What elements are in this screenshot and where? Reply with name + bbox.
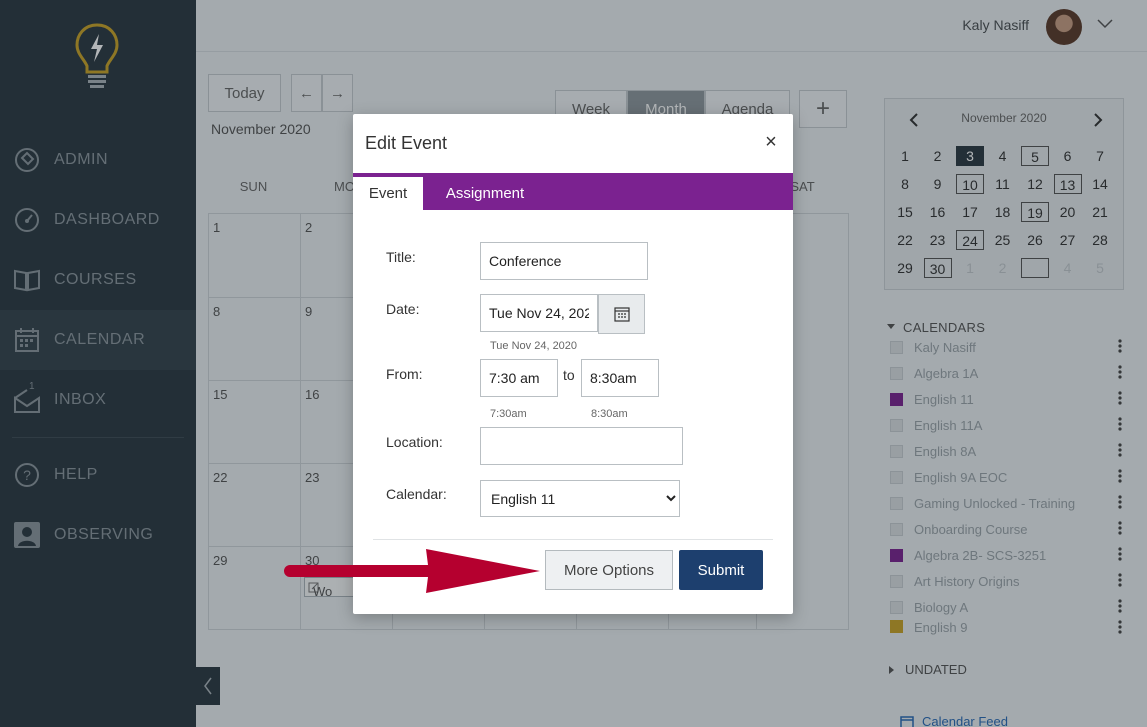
location-input[interactable] <box>480 427 683 465</box>
more-options-button[interactable]: More Options <box>545 550 673 590</box>
calendar-icon <box>613 307 630 322</box>
modal-divider <box>373 539 773 540</box>
date-picker-button[interactable] <box>598 294 645 334</box>
submit-button[interactable]: Submit <box>679 550 763 590</box>
date-label: Date: <box>386 301 420 317</box>
title-input[interactable] <box>480 242 648 280</box>
from-time-hint: 7:30am <box>490 408 527 420</box>
modal-title: Edit Event <box>365 133 448 153</box>
modal-tab-bar: Event Assignment <box>353 173 793 210</box>
calendar-label: Calendar: <box>386 486 447 502</box>
from-label: From: <box>386 366 423 382</box>
tab-event[interactable]: Event <box>353 177 423 210</box>
edit-event-modal: Edit Event × Event Assignment Title: Dat… <box>353 114 793 614</box>
annotation-arrow <box>284 549 540 593</box>
close-icon[interactable]: × <box>763 132 779 152</box>
to-time-hint: 8:30am <box>591 408 628 420</box>
calendar-select[interactable]: English 11 <box>480 480 680 517</box>
date-input[interactable] <box>480 294 598 332</box>
title-label: Title: <box>386 249 416 265</box>
location-label: Location: <box>386 434 443 450</box>
to-time-input[interactable] <box>581 359 659 397</box>
from-time-input[interactable] <box>480 359 558 397</box>
tab-assignment[interactable]: Assignment <box>425 177 545 210</box>
date-hint: Tue Nov 24, 2020 <box>490 340 578 352</box>
to-label: to <box>563 367 575 383</box>
